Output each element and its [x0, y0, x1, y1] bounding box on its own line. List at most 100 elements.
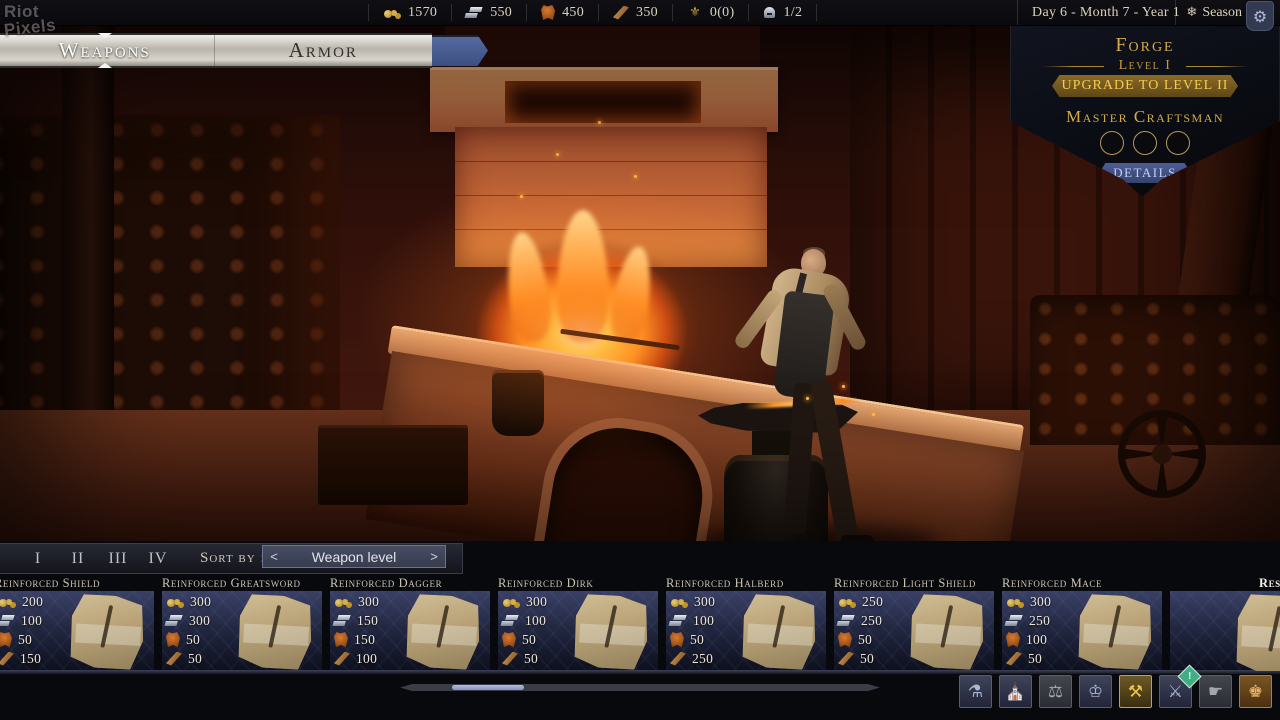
craftsman-slot[interactable] — [1166, 131, 1190, 155]
tab-selected-ornament — [98, 63, 112, 68]
item-card-body: 20010050150 — [0, 591, 154, 674]
wood-cost-value: 50 — [860, 651, 874, 667]
item-card-title: Reinforced Halberd — [666, 576, 826, 591]
tier-tab-iii[interactable]: III — [98, 550, 138, 568]
item-cost-row: 50 — [838, 650, 883, 667]
ingot-cost-value: 100 — [693, 613, 714, 629]
leather-cost-value: 150 — [354, 632, 375, 648]
item-cost-row: 300 — [502, 593, 547, 610]
item-card[interactable]: Reinforced Dirk3001005050 — [498, 576, 658, 673]
season-icon: ❄ — [1186, 5, 1197, 20]
item-card-body: 30010050250 — [666, 591, 826, 674]
craftsman-slot[interactable] — [1133, 131, 1157, 155]
apothecary-building-button[interactable]: ⚗ — [959, 675, 992, 708]
wood-cost-value: 150 — [20, 651, 41, 667]
resource-gold-value: 1570 — [408, 5, 437, 21]
tab-weapons[interactable]: Weapons — [0, 35, 214, 66]
ingot-icon — [668, 614, 689, 627]
item-card-list: Reinforced Shield 200 100 50 150 Reinforced G… — [0, 576, 1280, 673]
item-cost-row: 100 — [334, 650, 379, 667]
wood-cost-value: 250 — [692, 651, 713, 667]
tier-tab-ii[interactable]: II — [58, 550, 98, 568]
ingot-icon — [164, 614, 185, 627]
item-cost-row: 100 — [1006, 631, 1051, 648]
wood-icon — [166, 652, 182, 666]
upgrade-button[interactable]: UPGRADE TO LEVEL II — [1052, 75, 1238, 97]
ingot-icon — [0, 614, 17, 627]
ingot-icon — [1004, 614, 1025, 627]
item-card[interactable]: Reinforced Halberd30010050250 — [666, 576, 826, 673]
stable-building-button[interactable]: ☛ — [1199, 675, 1232, 708]
card-shelf-edge — [0, 670, 1280, 674]
church-building-button[interactable]: ⛪ — [999, 675, 1032, 708]
gear-icon: ⚙ — [1253, 7, 1267, 26]
coins-icon — [670, 595, 688, 608]
tier-tab-iv[interactable]: IV — [138, 550, 178, 568]
item-cost-row: 200 — [0, 593, 43, 610]
leather-cost-value: 50 — [186, 632, 200, 648]
item-card[interactable]: Reinforced Mace 30025010050 — [1002, 576, 1162, 673]
scrollbar-thumb[interactable] — [452, 685, 524, 690]
craftsman-slot[interactable] — [1100, 131, 1124, 155]
item-cost-list: 30025010050 — [1006, 593, 1051, 667]
game-window: 1570550450350⚜0(0)1/2 Day 6 - Month 7 - … — [0, 0, 1280, 720]
ingot-icon — [836, 614, 857, 627]
sort-next-arrow[interactable]: > — [423, 549, 445, 564]
ingot-cost-value: 300 — [189, 613, 210, 629]
leather-cost-value: 50 — [858, 632, 872, 648]
date-group: Day 6 - Month 7 - Year 1 — [1017, 0, 1180, 25]
item-card[interactable]: Reinforced Shield20010050150 — [0, 576, 154, 673]
coins-cost-value: 300 — [358, 594, 379, 610]
item-card-title: Reinforced Dirk — [498, 576, 658, 591]
forge-building-button[interactable]: ⚒ — [1119, 675, 1152, 708]
item-cost-row: 250 — [670, 650, 715, 667]
season-label: Season — [1202, 5, 1242, 21]
card-scrollbar[interactable] — [400, 684, 880, 691]
coins-icon — [383, 6, 401, 19]
leather-icon — [1006, 632, 1020, 647]
armory-building-button[interactable]: ⚔! — [1159, 675, 1192, 708]
item-card[interactable]: Reinforced Greatsword3003005050 — [162, 576, 322, 673]
crafting-panel: IIIIIIIV Sort by : < Weapon level > Rein… — [0, 541, 1280, 720]
settings-button[interactable]: ⚙ — [1246, 1, 1274, 31]
wood-icon — [613, 6, 629, 20]
item-card-title: Reinforced Mace — [1002, 576, 1162, 591]
throne-room-building-button[interactable]: ♔ — [1079, 675, 1112, 708]
item-card-title: Reinforced Shield — [0, 576, 154, 591]
leather-icon — [670, 632, 684, 647]
item-cost-row: 50 — [166, 650, 211, 667]
item-cost-row: 300 — [670, 593, 715, 610]
great-hall-building-button[interactable]: ♚ — [1239, 675, 1272, 708]
item-card-title: Reinforced Greatsword — [162, 576, 322, 591]
item-cost-row: 150 — [334, 631, 379, 648]
item-card-body: 30025010050 — [1002, 591, 1162, 674]
item-sketch-parchment — [65, 591, 149, 674]
leather-cost-value: 100 — [1026, 632, 1047, 648]
helmet-icon — [763, 6, 776, 19]
wood-icon — [334, 652, 350, 666]
item-card[interactable]: Reinforced Dagger300150150100 — [330, 576, 490, 673]
tier-tab-i[interactable]: I — [18, 550, 58, 568]
item-cost-row: 300 — [1006, 593, 1051, 610]
leather-icon — [502, 632, 516, 647]
item-cost-list: 3003005050 — [166, 593, 211, 667]
tab-armor[interactable]: Armor — [214, 35, 433, 66]
leather-icon — [541, 5, 555, 20]
building-icon-row: ⚗⛪⚖♔⚒⚔! ☛ ♚ — [959, 675, 1272, 708]
stable-icon: ☛ — [1208, 682, 1223, 702]
ingot-cost-value: 150 — [357, 613, 378, 629]
ingot-cost-value: 100 — [21, 613, 42, 629]
coins-icon — [502, 595, 520, 608]
season-group[interactable]: ❄ Season — [1175, 0, 1242, 25]
sort-selector[interactable]: < Weapon level > — [262, 545, 446, 568]
item-card-body: 2502505050 — [834, 591, 994, 674]
sort-prev-arrow[interactable]: < — [263, 549, 285, 564]
laurel-icon: ⚜ — [687, 5, 703, 20]
market-building-button[interactable]: ⚖ — [1039, 675, 1072, 708]
item-card[interactable]: Researched — [1170, 576, 1280, 673]
game-date: Day 6 - Month 7 - Year 1 — [1032, 5, 1180, 21]
wood-icon — [0, 652, 14, 666]
armory-icon: ⚔ — [1168, 682, 1183, 702]
item-card[interactable]: Reinforced Light Shield2502505050 — [834, 576, 994, 673]
wood-icon — [670, 652, 686, 666]
